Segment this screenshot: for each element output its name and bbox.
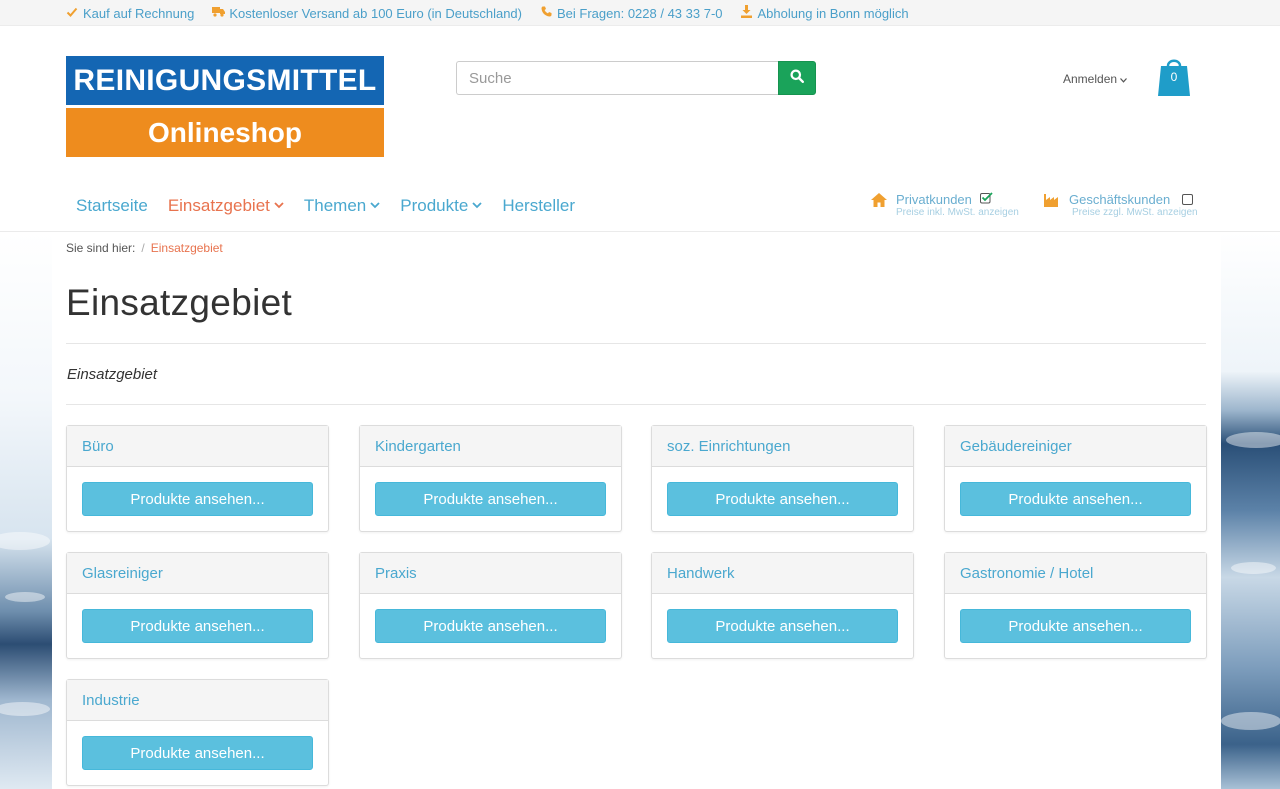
nav-item-hersteller[interactable]: Hersteller [492, 196, 585, 216]
view-products-button[interactable]: Produkte ansehen... [375, 609, 606, 643]
customer-type-private[interactable]: Privatkunden Preise inkl. MwSt. anzeigen [870, 192, 1019, 218]
site-logo[interactable]: REINIGUNGSMITTEL Onlineshop [66, 56, 384, 157]
breadcrumb-separator: / [141, 241, 145, 255]
category-title[interactable]: soz. Einrichtungen [652, 426, 913, 467]
chevron-down-icon [274, 200, 284, 212]
topbar-text: Kauf auf Rechnung [83, 5, 195, 21]
view-products-button[interactable]: Produkte ansehen... [960, 609, 1191, 643]
category-title[interactable]: Büro [67, 426, 328, 467]
nav-label: Startseite [76, 196, 148, 215]
topbar-item-phone: Bei Fragen: 0228 / 43 33 7-0 [540, 5, 723, 21]
login-label: Anmelden [1063, 72, 1118, 86]
logo-line-1: REINIGUNGSMITTEL [66, 56, 384, 105]
category-card: Handwerk Produkte ansehen... [651, 552, 914, 659]
customer-type-business[interactable]: Geschäftskunden Preise zzgl. MwSt. anzei… [1043, 192, 1198, 218]
category-card: Gebäudereiniger Produkte ansehen... [944, 425, 1207, 532]
cart-count: 0 [1170, 70, 1178, 84]
view-products-button[interactable]: Produkte ansehen... [667, 609, 898, 643]
topbar-text: Abholung in Bonn möglich [757, 5, 909, 21]
customer-type-sub: Preise zzgl. MwSt. anzeigen [1072, 207, 1198, 218]
main-navigation: Startseite Einsatzgebiet Themen Produkte… [66, 196, 585, 216]
category-card: Glasreiniger Produkte ansehen... [66, 552, 329, 659]
chevron-down-icon [370, 200, 380, 212]
cart-button[interactable]: 0 [1157, 56, 1191, 98]
top-info-bar: Kauf auf Rechnung Kostenloser Versand ab… [0, 0, 1280, 26]
topbar-item-invoice: Kauf auf Rechnung [66, 5, 194, 21]
chevron-down-icon [1120, 72, 1127, 86]
factory-icon [1043, 192, 1061, 210]
nav-item-einsatzgebiet[interactable]: Einsatzgebiet [158, 196, 294, 216]
download-icon [741, 5, 753, 21]
category-title[interactable]: Kindergarten [360, 426, 621, 467]
breadcrumb: Sie sind hier: / Einsatzgebiet [66, 241, 223, 255]
background-water-right [1221, 232, 1280, 789]
home-icon [870, 192, 888, 210]
category-card: Gastronomie / Hotel Produkte ansehen... [944, 552, 1207, 659]
nav-item-produkte[interactable]: Produkte [390, 196, 492, 216]
topbar-item-pickup: Abholung in Bonn möglich [741, 5, 909, 21]
nav-label: Themen [303, 196, 367, 215]
category-title[interactable]: Glasreiniger [67, 553, 328, 594]
checkbox-unchecked[interactable] [1182, 194, 1194, 205]
login-dropdown[interactable]: Anmelden [1063, 72, 1127, 86]
page-description: Einsatzgebiet [67, 366, 158, 383]
nav-label: Einsatzgebiet [167, 196, 270, 215]
page-title: Einsatzgebiet [66, 282, 293, 323]
category-title[interactable]: Industrie [67, 680, 328, 721]
check-icon [66, 6, 78, 21]
category-card: soz. Einrichtungen Produkte ansehen... [651, 425, 914, 532]
checkbox-checked-icon[interactable] [979, 192, 993, 207]
search-input[interactable] [456, 61, 778, 95]
nav-item-startseite[interactable]: Startseite [66, 196, 158, 216]
view-products-button[interactable]: Produkte ansehen... [82, 609, 313, 643]
nav-divider [0, 231, 1280, 232]
breadcrumb-current[interactable]: Einsatzgebiet [151, 241, 223, 255]
truck-icon [212, 6, 226, 20]
nav-label: Produkte [400, 196, 469, 215]
category-title[interactable]: Praxis [360, 553, 621, 594]
background-water-left [0, 232, 52, 789]
view-products-button[interactable]: Produkte ansehen... [960, 482, 1191, 516]
divider [66, 343, 1206, 344]
category-card: Büro Produkte ansehen... [66, 425, 329, 532]
view-products-button[interactable]: Produkte ansehen... [82, 482, 313, 516]
category-card: Kindergarten Produkte ansehen... [359, 425, 622, 532]
search-button[interactable] [778, 61, 816, 95]
category-title[interactable]: Gebäudereiniger [945, 426, 1206, 467]
chevron-down-icon [472, 200, 482, 212]
logo-line-2: Onlineshop [66, 108, 384, 157]
divider [66, 404, 1206, 405]
customer-type-label: Privatkunden [896, 192, 972, 207]
category-title[interactable]: Handwerk [652, 553, 913, 594]
topbar-text: Bei Fragen: 0228 / 43 33 7-0 [557, 5, 723, 21]
customer-type-label: Geschäftskunden [1069, 192, 1171, 207]
view-products-button[interactable]: Produkte ansehen... [667, 482, 898, 516]
phone-icon [540, 6, 552, 20]
nav-label: Hersteller [502, 196, 576, 215]
customer-type-sub: Preise inkl. MwSt. anzeigen [896, 207, 1019, 218]
topbar-text: Kostenloser Versand ab 100 Euro (in Deut… [229, 5, 522, 21]
breadcrumb-prefix: Sie sind hier: [66, 241, 136, 255]
category-title[interactable]: Gastronomie / Hotel [945, 553, 1206, 594]
search-form [456, 61, 816, 95]
category-card: Praxis Produkte ansehen... [359, 552, 622, 659]
view-products-button[interactable]: Produkte ansehen... [82, 736, 313, 770]
view-products-button[interactable]: Produkte ansehen... [375, 482, 606, 516]
search-icon [790, 69, 805, 88]
topbar-item-shipping: Kostenloser Versand ab 100 Euro (in Deut… [212, 5, 522, 21]
nav-item-themen[interactable]: Themen [294, 196, 390, 216]
category-card: Industrie Produkte ansehen... [66, 679, 329, 786]
